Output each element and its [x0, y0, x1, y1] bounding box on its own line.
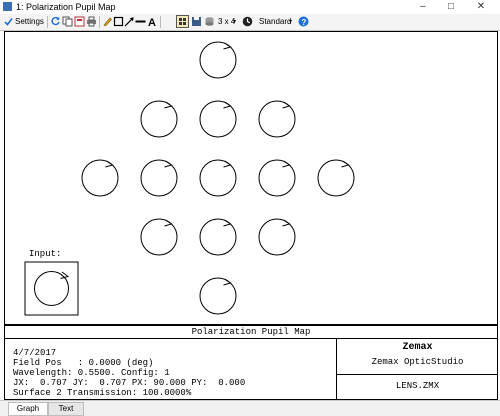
polarization-ellipse [258, 100, 296, 138]
bottom-tab-bar: Graph Text [0, 400, 500, 416]
title-bar: 1: Polarization Pupil Map – □ ✕ [0, 0, 500, 15]
svg-text:?: ? [301, 18, 306, 27]
tab-text[interactable]: Text [48, 402, 84, 416]
info-transmission: Surface 2 Transmission: 100.0000% [13, 388, 192, 398]
polarization-ellipse [199, 41, 237, 79]
standard-selector[interactable]: Standard [259, 15, 291, 29]
text-tool-icon[interactable]: A [147, 16, 158, 27]
toolbar-separator [99, 16, 100, 28]
export-icon[interactable] [74, 16, 85, 27]
rectangle-icon[interactable] [113, 16, 124, 27]
polarization-ellipse [140, 159, 178, 197]
polarization-ellipse [258, 218, 296, 256]
info-jones: JX: 0.707 JY: 0.707 PX: 90.000 PY: 0.000 [13, 378, 246, 388]
polarization-ellipse [258, 159, 296, 197]
settings-button[interactable]: Settings [15, 15, 44, 29]
pencil-icon[interactable] [102, 16, 113, 27]
polarization-ellipse [199, 218, 237, 256]
tab-graph[interactable]: Graph [8, 402, 48, 416]
info-date: 4/7/2017 [13, 348, 57, 358]
polarization-ellipse [199, 159, 237, 197]
info-box: Polarization Pupil Map 4/7/2017 Field Pos… [4, 325, 498, 400]
polarization-ellipse [199, 100, 237, 138]
close-button[interactable]: ✕ [470, 0, 492, 14]
polarization-ellipse [199, 277, 237, 315]
svg-text:A: A [148, 17, 156, 27]
brand-panel: Zemax Zemax OpticStudio LENS.ZMX [336, 338, 498, 399]
arrow-line-icon[interactable] [124, 16, 135, 27]
brand-name: Zemax [402, 342, 433, 353]
help-icon[interactable]: ? [298, 16, 309, 27]
copy-icon[interactable] [62, 16, 73, 27]
clock-icon[interactable] [242, 16, 253, 27]
polarization-ellipse [317, 159, 355, 197]
layout-dropdown-icon[interactable]: ▾ [233, 15, 236, 29]
window-title: 1: Polarization Pupil Map [16, 2, 116, 12]
maximize-button[interactable]: □ [440, 0, 462, 14]
toolbar-separator [160, 16, 161, 28]
standard-dropdown-icon[interactable]: ▾ [289, 15, 292, 29]
polarization-ellipse [140, 218, 178, 256]
info-text: 4/7/2017 Field Pos : 0.0000 (deg) Waveleng… [13, 348, 245, 398]
toolbar: Settings A 3 x 4 ▾ Standard ▾ ? [0, 14, 500, 31]
product-name: Zemax OpticStudio [371, 357, 464, 367]
info-field-pos: Field Pos : 0.0000 (deg) [13, 358, 154, 368]
file-name: LENS.ZMX [337, 374, 498, 400]
save-icon[interactable] [191, 16, 202, 27]
database-icon[interactable] [204, 16, 215, 27]
toolbar-separator [47, 16, 48, 28]
settings-check-icon[interactable] [3, 16, 14, 27]
pupil-map-graph: Input: [4, 31, 498, 325]
grid-layout-icon[interactable] [176, 15, 189, 28]
polarization-ellipse [140, 100, 178, 138]
print-icon[interactable] [86, 16, 97, 27]
line-icon[interactable] [135, 16, 146, 27]
info-wavelength: Wavelength: 0.5500. Config: 1 [13, 368, 170, 378]
minimize-button[interactable]: – [412, 0, 434, 14]
refresh-icon[interactable] [50, 16, 61, 27]
polarization-ellipse [81, 159, 119, 197]
app-icon [3, 2, 12, 11]
polarization-ellipse-grid [81, 41, 355, 315]
